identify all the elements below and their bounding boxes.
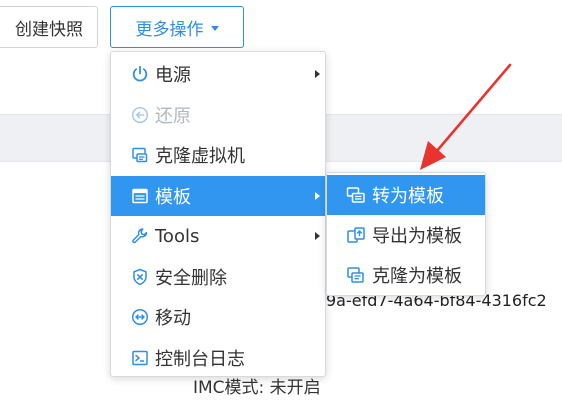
template-submenu: 转为模板 导出为模板 克隆为模板 [326, 172, 486, 296]
menu-item-label: 移动 [155, 308, 191, 330]
submenu-item-label: 克隆为模板 [372, 266, 462, 287]
more-actions-button[interactable]: 更多操作 [110, 6, 244, 48]
submenu-item-convert-to-template[interactable]: 转为模板 [327, 175, 485, 215]
menu-item-console-log[interactable]: 控制台日志 [111, 338, 325, 379]
create-snapshot-button[interactable]: 创建快照 [0, 6, 98, 48]
chevron-right-icon [315, 70, 320, 79]
menu-item-tools[interactable]: Tools [111, 216, 325, 257]
restore-icon [131, 106, 149, 124]
shield-delete-icon [131, 268, 149, 286]
menu-item-label: 安全删除 [155, 267, 227, 289]
convert-template-icon [346, 186, 366, 204]
template-icon [131, 187, 149, 205]
more-actions-label: 更多操作 [135, 19, 204, 40]
wrench-icon [131, 227, 149, 245]
clone-vm-icon [131, 146, 149, 164]
menu-item-label: 电源 [155, 65, 191, 87]
console-log-icon [131, 349, 149, 367]
menu-item-power[interactable]: 电源 [111, 54, 325, 95]
menu-item-move[interactable]: 移动 [111, 297, 325, 338]
clone-template-icon [346, 266, 366, 284]
chevron-right-icon [315, 232, 320, 241]
submenu-item-clone-as-template[interactable]: 克隆为模板 [327, 255, 485, 295]
create-snapshot-label: 创建快照 [15, 19, 83, 40]
chevron-right-icon [315, 191, 320, 200]
power-icon [131, 65, 149, 83]
menu-item-restore[interactable]: 还原 [111, 95, 325, 136]
move-icon [131, 308, 149, 326]
menu-item-secure-delete[interactable]: 安全删除 [111, 257, 325, 298]
menu-item-clone-vm[interactable]: 克隆虚拟机 [111, 135, 325, 176]
menu-item-label: 克隆虚拟机 [155, 146, 245, 168]
caret-down-icon [210, 25, 219, 31]
menu-item-label: 模板 [155, 186, 191, 208]
menu-item-label: 控制台日志 [155, 348, 245, 370]
submenu-item-label: 导出为模板 [372, 226, 462, 247]
menu-item-label: Tools [155, 225, 200, 247]
submenu-item-label: 转为模板 [372, 186, 444, 207]
menu-item-label: 还原 [155, 105, 191, 127]
menu-item-template[interactable]: 模板 [111, 175, 325, 216]
export-template-icon [346, 226, 366, 244]
submenu-item-export-as-template[interactable]: 导出为模板 [327, 215, 485, 255]
more-actions-menu: 电源 还原 克隆虚拟机 模板 Tools 安全删除 移动 控制台日志 [110, 51, 326, 377]
